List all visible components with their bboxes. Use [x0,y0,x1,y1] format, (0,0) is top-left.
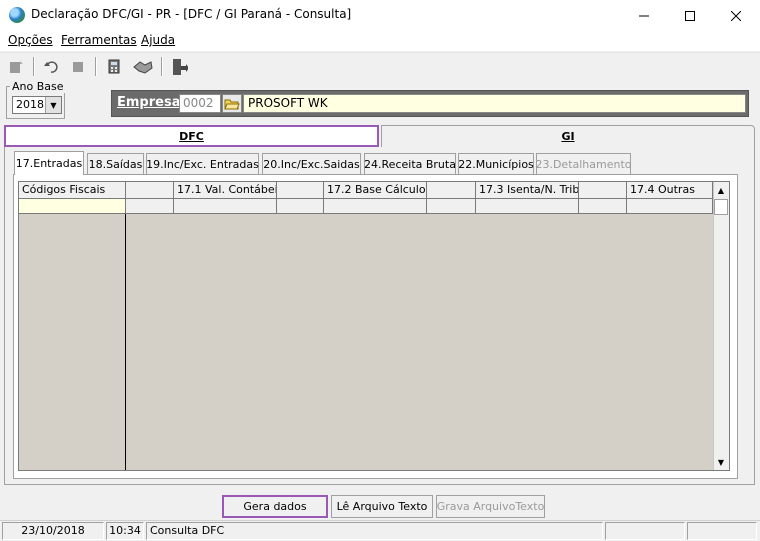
subtab-saidas[interactable]: 18.Saídas [87,153,144,174]
minimize-button[interactable] [621,0,667,31]
grid-cell[interactable] [277,199,324,214]
tab-gi[interactable]: GI [381,125,755,147]
stop-button[interactable] [67,56,89,78]
empresa-label: Empresa [117,95,181,110]
scroll-up-arrow-icon[interactable]: ▲ [713,182,729,198]
subtab-municipios[interactable]: 22.Municípios [458,153,534,174]
column-header-codigos-fiscais[interactable]: Códigos Fiscais [19,182,126,199]
tab-dfc[interactable]: DFC [4,125,379,147]
toolbar-separator [33,57,35,76]
empresa-code-field[interactable]: 0002 [179,94,221,113]
column-header-val-contabeis[interactable]: 17.1 Val. Contábeis [174,182,277,199]
column-divider [125,214,126,470]
status-date: 23/10/2018 [2,522,104,540]
subtab-entradas[interactable]: 17.Entradas [14,151,84,175]
tab-gi-label: GI [561,130,575,143]
grid-cell[interactable] [579,199,627,214]
subtab-detalhamento: 23.Detalhamento [535,153,632,174]
toolbar-separator [161,57,163,76]
handshake-button[interactable] [132,56,154,78]
grava-arquivo-texto-label: Grava ArquivoTexto [436,500,545,513]
grid-cell-selected[interactable] [19,199,126,214]
subtab-label: 24.Receita Bruta [364,157,456,171]
menu-ferramentas-label: Ferramentas [61,33,137,47]
grava-arquivo-texto-button: Grava ArquivoTexto [436,495,545,518]
menu-opcoes-label: Opções [8,33,53,47]
menu-ajuda[interactable]: Ajuda [141,33,175,47]
calculator-icon [108,59,120,74]
column-header[interactable] [427,182,476,199]
maximize-button[interactable] [667,0,713,31]
subtab-label: 17.Entradas [15,157,83,170]
column-header[interactable] [126,182,174,199]
open-folder-button[interactable] [222,94,242,113]
grid-cell[interactable] [427,199,476,214]
tab-dfc-label: DFC [179,129,204,143]
menu-ajuda-label: Ajuda [141,33,176,47]
subtab-receita-bruta[interactable]: 24.Receita Bruta [364,153,456,174]
subtab-label: 18.Saídas [88,157,143,171]
subtab-inc-exc-saidas[interactable]: 20.Inc/Exc.Saidas [262,153,361,174]
grid-cell[interactable] [126,199,174,214]
column-header-base-calculo[interactable]: 17.2 Base Cálculo [324,182,427,199]
scroll-down-arrow-icon[interactable]: ▼ [713,454,729,470]
ano-base-value: 2018 [16,98,44,111]
edit-icon [10,61,23,73]
subtab-label: 22.Municípios [458,157,534,171]
column-header-isenta-n-trib[interactable]: 17.3 Isenta/N. Trib. [476,182,579,199]
edit-button[interactable] [5,56,27,78]
grid-cell[interactable] [324,199,427,214]
stop-icon [73,62,83,72]
app-globe-icon [9,7,25,23]
le-arquivo-texto-button[interactable]: Lê Arquivo Texto [331,495,433,518]
toolbar-separator [95,57,97,76]
subtab-inc-exc-entradas[interactable]: 19.Inc/Exc. Entradas [146,153,259,174]
empresa-name-field[interactable]: PROSOFT WK [243,94,746,113]
chevron-down-icon[interactable]: ▼ [45,97,61,113]
column-header[interactable] [277,182,324,199]
folder-icon [224,99,240,109]
exit-door-icon [173,59,188,75]
gera-dados-button[interactable]: Gera dados [222,495,328,518]
status-panel [687,522,757,540]
status-message: Consulta DFC [146,522,603,540]
minimize-icon [639,15,649,16]
close-button[interactable] [713,0,759,31]
column-header[interactable] [579,182,627,199]
exit-button[interactable] [168,56,190,78]
grid-cell[interactable] [174,199,277,214]
grid-cell[interactable] [627,199,713,214]
close-icon [731,10,741,21]
subtab-label: 19.Inc/Exc. Entradas [146,157,259,171]
subtab-label: 23.Detalhamento [535,157,632,171]
menu-ferramentas[interactable]: Ferramentas [61,33,137,47]
calculator-button[interactable] [104,56,126,78]
window-title: Declaração DFC/GI - PR - [DFC / GI Paran… [31,7,352,21]
handshake-icon [133,61,153,74]
maximize-icon [685,10,695,21]
gera-dados-label: Gera dados [243,500,307,513]
undo-icon [44,61,58,73]
column-header-outras[interactable]: 17.4 Outras [627,182,713,199]
grid-cell[interactable] [476,199,579,214]
status-time: 10:34 [106,522,144,540]
undo-button[interactable] [40,56,62,78]
status-panel [605,522,685,540]
le-arquivo-texto-label: Lê Arquivo Texto [336,500,428,513]
vertical-scrollbar[interactable] [713,182,729,470]
menu-opcoes[interactable]: Opções [8,33,53,47]
subtab-label: 20.Inc/Exc.Saidas [263,157,360,171]
scroll-thumb[interactable] [714,199,728,215]
ano-base-label: Ano Base [10,80,66,93]
